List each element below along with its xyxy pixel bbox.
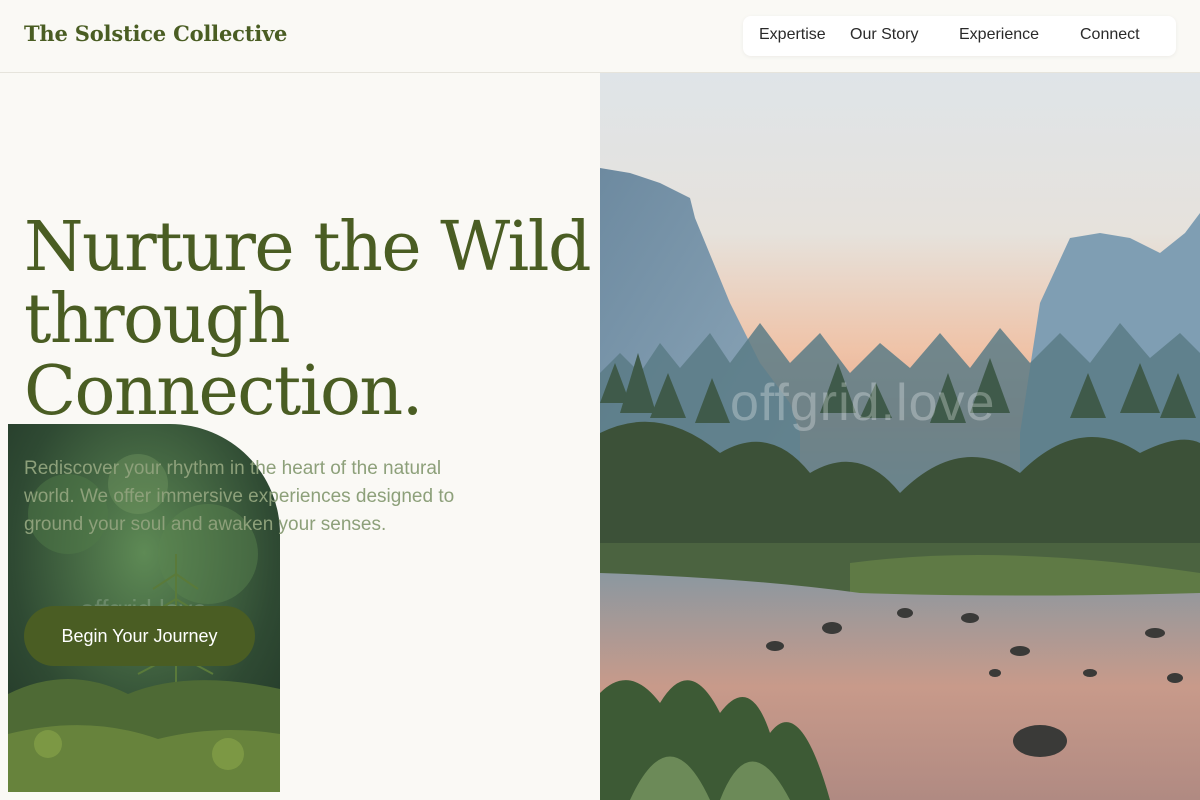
hero-title-line: Connection. <box>24 352 423 431</box>
brand-logo[interactable]: The Solstice Collective <box>24 21 287 46</box>
hero-title: Nurture the Wild through Connection. <box>24 212 594 428</box>
hero-title-line: through <box>24 280 291 359</box>
hero-subtitle: Rediscover your rhythm in the heart of t… <box>24 458 455 535</box>
nav-link-experience[interactable]: Experience <box>959 26 1039 44</box>
main-nav: Expertise Our Story Experience Connect <box>743 16 1176 56</box>
nav-link-expertise[interactable]: Expertise <box>759 26 826 44</box>
hero-landscape-image: offgrid.love <box>600 73 1200 800</box>
site-header: The Solstice Collective Expertise Our St… <box>0 0 1200 73</box>
begin-journey-button[interactable]: Begin Your Journey <box>24 606 255 666</box>
hero-title-line: Nurture the Wild <box>24 208 592 287</box>
landscape-watermark: offgrid.love <box>730 374 996 432</box>
nav-link-connect[interactable]: Connect <box>1080 26 1140 44</box>
nav-link-our-story[interactable]: Our Story <box>850 26 918 44</box>
landscape-illustration <box>600 73 1200 800</box>
